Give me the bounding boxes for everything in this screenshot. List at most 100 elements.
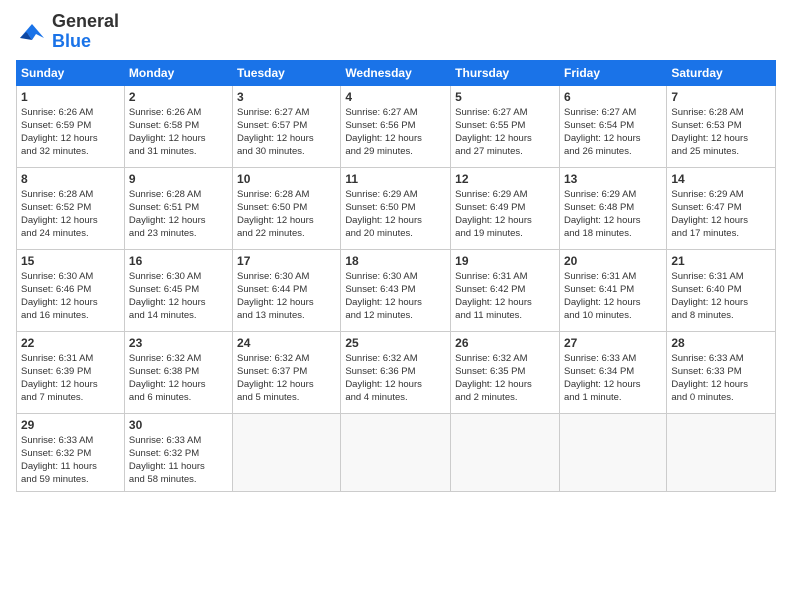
day-info: Sunrise: 6:29 AMSunset: 6:48 PMDaylight:…	[564, 189, 641, 240]
day-info: Sunrise: 6:27 AMSunset: 6:57 PMDaylight:…	[237, 107, 314, 158]
day-number: 26	[455, 336, 555, 350]
calendar-day-21: 21 Sunrise: 6:31 AMSunset: 6:40 PMDayligh…	[667, 249, 776, 331]
day-number: 4	[345, 90, 446, 104]
day-info: Sunrise: 6:30 AMSunset: 6:44 PMDaylight:…	[237, 271, 314, 322]
calendar-week-3: 15 Sunrise: 6:30 AMSunset: 6:46 PMDayligh…	[17, 249, 776, 331]
calendar-day-17: 17 Sunrise: 6:30 AMSunset: 6:44 PMDayligh…	[233, 249, 341, 331]
day-number: 1	[21, 90, 120, 104]
logo-text-line2: Blue	[52, 32, 119, 52]
day-info: Sunrise: 6:33 AMSunset: 6:32 PMDaylight:…	[21, 435, 97, 486]
calendar-day-13: 13 Sunrise: 6:29 AMSunset: 6:48 PMDayligh…	[559, 167, 666, 249]
col-thursday: Thursday	[451, 60, 560, 85]
calendar-day-26: 26 Sunrise: 6:32 AMSunset: 6:35 PMDayligh…	[451, 331, 560, 413]
day-info: Sunrise: 6:32 AMSunset: 6:35 PMDaylight:…	[455, 353, 532, 404]
calendar-day-10: 10Sunrise: 6:28 AMSunset: 6:50 PMDayligh…	[233, 167, 341, 249]
logo-text-line1: General	[52, 12, 119, 32]
calendar-day-19: 19Sunrise: 6:31 AMSunset: 6:42 PMDayligh…	[451, 249, 560, 331]
day-info: Sunrise: 6:27 AMSunset: 6:55 PMDaylight:…	[455, 107, 532, 158]
calendar-day-4: 4 Sunrise: 6:27 AMSunset: 6:56 PMDaylight…	[341, 85, 451, 167]
day-info: Sunrise: 6:31 AMSunset: 6:40 PMDaylight:…	[671, 271, 748, 322]
day-number: 19	[455, 254, 555, 268]
calendar-header-row: Sunday Monday Tuesday Wednesday Thursday…	[17, 60, 776, 85]
calendar-day-12: 12 Sunrise: 6:29 AMSunset: 6:49 PMDayligh…	[451, 167, 560, 249]
calendar-day-5: 5 Sunrise: 6:27 AMSunset: 6:55 PMDaylight…	[451, 85, 560, 167]
day-number: 3	[237, 90, 336, 104]
day-info: Sunrise: 6:29 AMSunset: 6:47 PMDaylight:…	[671, 189, 748, 240]
day-number: 17	[237, 254, 336, 268]
day-number: 12	[455, 172, 555, 186]
calendar-day-empty-4-6	[667, 413, 776, 491]
day-number: 21	[671, 254, 771, 268]
day-number: 16	[129, 254, 228, 268]
main-container: General Blue Sunday Monday Tuesday Wedne…	[0, 0, 792, 500]
calendar-week-5: 29Sunrise: 6:33 AMSunset: 6:32 PMDayligh…	[17, 413, 776, 491]
col-saturday: Saturday	[667, 60, 776, 85]
calendar-day-23: 23 Sunrise: 6:32 AMSunset: 6:38 PMDayligh…	[124, 331, 232, 413]
calendar-day-3: 3 Sunrise: 6:27 AMSunset: 6:57 PMDaylight…	[233, 85, 341, 167]
day-info: Sunrise: 6:32 AMSunset: 6:36 PMDaylight:…	[345, 353, 422, 404]
calendar-day-empty-4-3	[341, 413, 451, 491]
day-number: 14	[671, 172, 771, 186]
calendar-day-8: 8 Sunrise: 6:28 AMSunset: 6:52 PMDaylight…	[17, 167, 125, 249]
day-number: 15	[21, 254, 120, 268]
day-number: 9	[129, 172, 228, 186]
calendar-day-16: 16 Sunrise: 6:30 AMSunset: 6:45 PMDayligh…	[124, 249, 232, 331]
day-info: Sunrise: 6:28 AMSunset: 6:51 PMDaylight:…	[129, 189, 206, 240]
day-info: Sunrise: 6:30 AMSunset: 6:46 PMDaylight:…	[21, 271, 98, 322]
day-info: Sunrise: 6:27 AMSunset: 6:54 PMDaylight:…	[564, 107, 641, 158]
calendar-body: 1 Sunrise: 6:26 AMSunset: 6:59 PMDaylight…	[17, 85, 776, 491]
day-number: 13	[564, 172, 662, 186]
col-monday: Monday	[124, 60, 232, 85]
day-number: 30	[129, 418, 228, 432]
day-number: 18	[345, 254, 446, 268]
logo: General Blue	[16, 12, 119, 52]
day-number: 27	[564, 336, 662, 350]
calendar-week-1: 1 Sunrise: 6:26 AMSunset: 6:59 PMDaylight…	[17, 85, 776, 167]
day-info: Sunrise: 6:33 AMSunset: 6:34 PMDaylight:…	[564, 353, 641, 404]
day-info: Sunrise: 6:31 AMSunset: 6:41 PMDaylight:…	[564, 271, 641, 322]
calendar-table: Sunday Monday Tuesday Wednesday Thursday…	[16, 60, 776, 492]
day-number: 24	[237, 336, 336, 350]
calendar-day-14: 14 Sunrise: 6:29 AMSunset: 6:47 PMDayligh…	[667, 167, 776, 249]
day-number: 6	[564, 90, 662, 104]
day-number: 5	[455, 90, 555, 104]
day-number: 23	[129, 336, 228, 350]
day-number: 7	[671, 90, 771, 104]
calendar-day-29: 29Sunrise: 6:33 AMSunset: 6:32 PMDayligh…	[17, 413, 125, 491]
calendar-day-22: 22Sunrise: 6:31 AMSunset: 6:39 PMDayligh…	[17, 331, 125, 413]
calendar-day-empty-4-2	[233, 413, 341, 491]
calendar-day-2: 2 Sunrise: 6:26 AMSunset: 6:58 PMDaylight…	[124, 85, 232, 167]
day-info: Sunrise: 6:28 AMSunset: 6:52 PMDaylight:…	[21, 189, 98, 240]
day-info: Sunrise: 6:26 AMSunset: 6:58 PMDaylight:…	[129, 107, 206, 158]
calendar-day-20: 20 Sunrise: 6:31 AMSunset: 6:41 PMDayligh…	[559, 249, 666, 331]
day-info: Sunrise: 6:32 AMSunset: 6:38 PMDaylight:…	[129, 353, 206, 404]
day-number: 8	[21, 172, 120, 186]
calendar-day-11: 11 Sunrise: 6:29 AMSunset: 6:50 PMDayligh…	[341, 167, 451, 249]
calendar-day-7: 7Sunrise: 6:28 AMSunset: 6:53 PMDaylight…	[667, 85, 776, 167]
day-number: 11	[345, 172, 446, 186]
day-info: Sunrise: 6:30 AMSunset: 6:45 PMDaylight:…	[129, 271, 206, 322]
day-info: Sunrise: 6:27 AMSunset: 6:56 PMDaylight:…	[345, 107, 422, 158]
calendar-week-4: 22Sunrise: 6:31 AMSunset: 6:39 PMDayligh…	[17, 331, 776, 413]
calendar-day-1: 1 Sunrise: 6:26 AMSunset: 6:59 PMDaylight…	[17, 85, 125, 167]
calendar-day-empty-4-4	[451, 413, 560, 491]
calendar-day-9: 9 Sunrise: 6:28 AMSunset: 6:51 PMDaylight…	[124, 167, 232, 249]
day-info: Sunrise: 6:29 AMSunset: 6:50 PMDaylight:…	[345, 189, 422, 240]
day-info: Sunrise: 6:32 AMSunset: 6:37 PMDaylight:…	[237, 353, 314, 404]
calendar-day-6: 6 Sunrise: 6:27 AMSunset: 6:54 PMDaylight…	[559, 85, 666, 167]
calendar-day-27: 27 Sunrise: 6:33 AMSunset: 6:34 PMDayligh…	[559, 331, 666, 413]
day-number: 22	[21, 336, 120, 350]
col-sunday: Sunday	[17, 60, 125, 85]
day-number: 25	[345, 336, 446, 350]
logo-icon	[16, 18, 48, 46]
day-info: Sunrise: 6:29 AMSunset: 6:49 PMDaylight:…	[455, 189, 532, 240]
day-info: Sunrise: 6:30 AMSunset: 6:43 PMDaylight:…	[345, 271, 422, 322]
calendar-day-empty-4-5	[559, 413, 666, 491]
calendar-week-2: 8 Sunrise: 6:28 AMSunset: 6:52 PMDaylight…	[17, 167, 776, 249]
day-number: 20	[564, 254, 662, 268]
calendar-day-30: 30Sunrise: 6:33 AMSunset: 6:32 PMDayligh…	[124, 413, 232, 491]
calendar-day-15: 15 Sunrise: 6:30 AMSunset: 6:46 PMDayligh…	[17, 249, 125, 331]
day-info: Sunrise: 6:26 AMSunset: 6:59 PMDaylight:…	[21, 107, 98, 158]
day-number: 2	[129, 90, 228, 104]
col-tuesday: Tuesday	[233, 60, 341, 85]
